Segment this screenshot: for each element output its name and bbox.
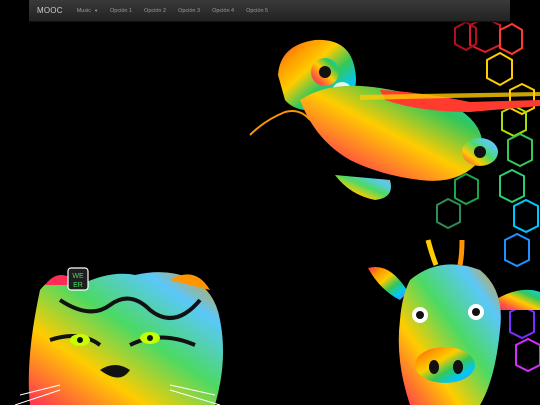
nav-item-opcion-1-label: Opción 1 [110,7,133,14]
nav-item-opcion-4-label: Opción 4 [212,7,235,14]
background-artwork: WE ER [14,16,540,405]
nav-item-opcion-2[interactable]: Opción 2 [138,0,172,21]
chameleon-illustration [249,39,540,200]
nav-item-music[interactable]: Music ▼ [71,0,104,21]
nav-item-opcion-3-label: Opción 3 [178,7,201,14]
badge-text-top: WE [72,273,84,280]
nav-item-opcion-1[interactable]: Opción 1 [104,0,138,21]
dropdown-caret-icon: ▼ [94,8,99,13]
nav-item-music-label: Music [76,7,92,14]
nav-item-opcion-2-label: Opción 2 [144,7,167,14]
badge-text-bottom: ER [73,282,83,289]
nav-item-opcion-5[interactable]: Opción 5 [240,0,274,21]
top-navbar: MOOC Music ▼ Opción 1 Opción 2 Opción 3 … [29,0,510,22]
nav-item-opcion-4[interactable]: Opción 4 [206,0,240,21]
page: WE ER MOOC Music ▼ Opción 1 Opción 2 Opc… [0,0,540,405]
nav-item-opcion-5-label: Opción 5 [246,7,269,14]
tiger-illustration: WE ER [14,267,224,405]
nav-item-opcion-3[interactable]: Opción 3 [172,0,206,21]
brand-link[interactable]: MOOC [29,6,71,15]
